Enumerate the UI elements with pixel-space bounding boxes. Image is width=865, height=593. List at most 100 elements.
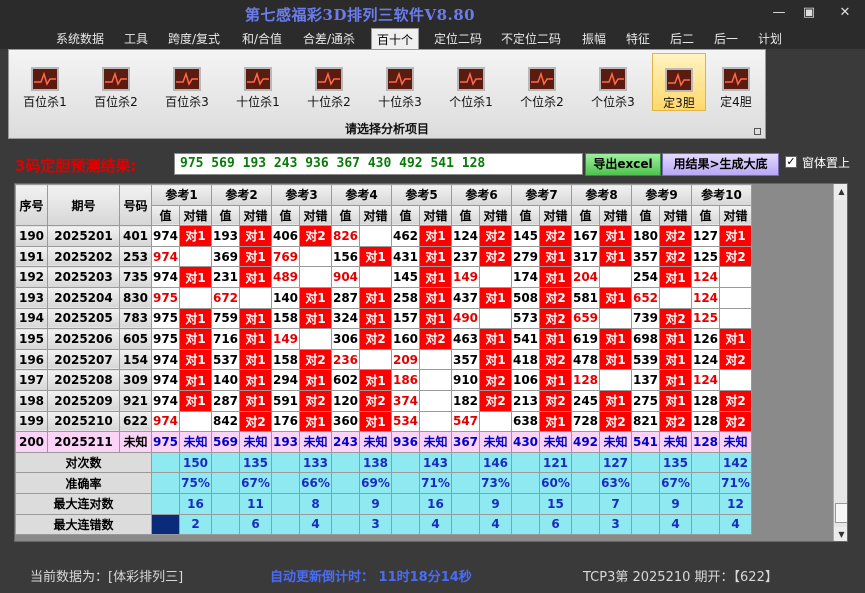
cell-result: 对1 (179, 307, 212, 330)
chart-icon (31, 67, 59, 91)
cell-result (479, 307, 512, 330)
cell-value: 936 (391, 431, 420, 453)
ribbon-button-tens-kill-1[interactable]: 十位杀1 (230, 53, 286, 111)
row-period: 2025201 (47, 225, 120, 247)
cell-value: 547 (451, 410, 480, 433)
menu-item-fixed-two[interactable]: 定位二码 (434, 30, 482, 47)
scroll-down-icon[interactable]: ▼ (834, 527, 847, 541)
menu-item-system-data[interactable]: 系统数据 (56, 30, 104, 47)
scroll-thumb[interactable] (835, 503, 847, 523)
close-icon[interactable]: ✕ (836, 5, 854, 20)
prediction-bar: 3码定胆预测结果: 975 569 193 243 936 367 430 49… (8, 146, 856, 182)
header-result: 对错 (599, 204, 632, 227)
row-number: 921 (119, 389, 152, 412)
table-row[interactable]: 195 2025206 605 975 对1 716 对1 149 306 对2 160 对2 463 对… (15, 328, 752, 350)
cell-result (419, 410, 452, 433)
cell-result: 对1 (239, 266, 272, 288)
stats-spacer (331, 513, 360, 536)
table-row[interactable]: 199 2025210 622 974 842 对2 176 对1 360 对1 534 547 638… (15, 410, 752, 433)
cell-value: 106 (511, 369, 540, 391)
scroll-up-icon[interactable]: ▲ (834, 184, 847, 200)
topmost-checkbox[interactable]: ✓ (785, 156, 797, 168)
ribbon-button-tens-kill-2[interactable]: 十位杀2 (301, 53, 357, 111)
stats-value: 75% (179, 472, 212, 494)
cell-value: 209 (391, 348, 420, 371)
ribbon-button-fix-3[interactable]: 定3胆 (652, 53, 706, 111)
cell-value: 193 (271, 431, 300, 453)
row-seq: 196 (15, 348, 48, 371)
cell-result: 对1 (299, 307, 332, 330)
menu-item-last-two[interactable]: 后二 (670, 30, 694, 47)
ribbon-expand-icon[interactable] (754, 128, 761, 135)
table-row[interactable]: 197 2025208 309 974 对1 140 对1 294 对1 602 对1 186 910 对… (15, 369, 752, 391)
cell-result: 对2 (479, 245, 512, 268)
ribbon-button-hundreds-kill-2[interactable]: 百位杀2 (88, 53, 144, 111)
ribbon-button-tens-kill-3[interactable]: 十位杀3 (372, 53, 428, 111)
table-row[interactable]: 193 2025204 830 975 672 140 对1 287 对1 258 对1 437 对1 5… (15, 286, 752, 309)
cell-value: 149 (271, 328, 300, 350)
cell-result: 对2 (479, 225, 512, 247)
minimize-icon[interactable]: — (770, 5, 788, 20)
cell-result: 对1 (479, 328, 512, 350)
menu-item-unfixed-two[interactable]: 不定位二码 (501, 30, 561, 47)
row-period: 2025208 (47, 369, 120, 391)
cell-value: 492 (571, 431, 600, 453)
cell-result: 对1 (659, 369, 692, 391)
cell-result: 对1 (239, 348, 272, 371)
menu-item-tools[interactable]: 工具 (124, 30, 148, 47)
generate-base-button[interactable]: 用结果>生成大底 (662, 153, 779, 176)
cell-value: 974 (151, 348, 180, 371)
ribbon-button-hundreds-kill-1[interactable]: 百位杀1 (17, 53, 73, 111)
cell-value: 186 (391, 369, 420, 391)
table-row[interactable]: 192 2025203 735 974 对1 231 对1 489 904 145 对1 149 174… (15, 266, 752, 288)
cell-result: 对1 (659, 348, 692, 371)
menu-item-span[interactable]: 跨度/复式 (168, 30, 220, 47)
ribbon-button-units-kill-1[interactable]: 个位杀1 (443, 53, 499, 111)
cell-value: 158 (271, 348, 300, 371)
cell-value: 659 (571, 307, 600, 330)
stats-value: 67% (659, 472, 692, 494)
header-result: 对错 (479, 204, 512, 227)
stats-label: 最大连对数 (15, 492, 152, 515)
table-row[interactable]: 190 2025201 401 974 对1 193 对1 406 对2 826 462 对1 124 对… (15, 225, 752, 247)
row-period: 2025205 (47, 307, 120, 330)
ribbon-button-fix-4[interactable]: 定4胆 (709, 53, 763, 111)
cell-result: 对2 (719, 410, 752, 433)
data-source-label: 当前数据为：[体彩排列三] (30, 570, 184, 585)
prediction-label: 3码定胆预测结果: (15, 157, 137, 175)
prediction-row[interactable]: 200 2025211 未知 975 未知 569 未知 193 未知 243 未知 936 未知 367… (15, 431, 752, 453)
cell-result: 对2 (599, 410, 632, 433)
cell-value: 120 (331, 389, 360, 412)
table-row[interactable]: 194 2025205 783 975 对1 759 对1 158 对1 324 对1 157 对1 49… (15, 307, 752, 330)
maximize-icon[interactable]: ▣ (800, 5, 818, 20)
menu-item-plan[interactable]: 计划 (758, 30, 782, 47)
cell-result: 对1 (419, 307, 452, 330)
cell-result: 未知 (299, 431, 332, 453)
header-result: 对错 (719, 204, 752, 227)
table-row[interactable]: 198 2025209 921 974 对1 287 对1 591 对2 120 对2 374 182 对… (15, 389, 752, 412)
ribbon-button-units-kill-2[interactable]: 个位杀2 (514, 53, 570, 111)
cell-result: 未知 (359, 431, 392, 453)
cell-value: 324 (331, 307, 360, 330)
stats-value: 67% (239, 472, 272, 494)
menu-item-diff[interactable]: 合差/通杀 (303, 30, 355, 47)
chart-icon (244, 67, 272, 91)
menu-item-amplitude[interactable]: 振幅 (582, 30, 606, 47)
ribbon-button-units-kill-3[interactable]: 个位杀3 (585, 53, 641, 111)
menu-item-features[interactable]: 特征 (626, 30, 650, 47)
ribbon-button-hundreds-kill-3[interactable]: 百位杀3 (159, 53, 215, 111)
menu-item-positions[interactable]: 百十个 (371, 28, 420, 49)
table-row[interactable]: 191 2025202 253 974 369 对1 769 156 对1 431 对1 237 对2 2… (15, 245, 752, 268)
cell-result: 对1 (659, 328, 692, 350)
menu-item-sum[interactable]: 和/合值 (242, 30, 282, 47)
stats-value: 3 (599, 513, 632, 536)
vertical-scrollbar[interactable]: ▲ ▼ (833, 184, 847, 541)
cell-result: 对1 (599, 245, 632, 268)
cell-result (299, 266, 332, 288)
cell-value: 128 (691, 431, 720, 453)
table-row[interactable]: 196 2025207 154 974 对1 537 对1 158 对2 236 209 357 对1 4… (15, 348, 752, 371)
stats-spacer (151, 451, 180, 474)
export-excel-button[interactable]: 导出excel (585, 153, 661, 176)
menu-item-last-one[interactable]: 后一 (714, 30, 738, 47)
prediction-result-field[interactable]: 975 569 193 243 936 367 430 492 541 128 (174, 153, 583, 175)
